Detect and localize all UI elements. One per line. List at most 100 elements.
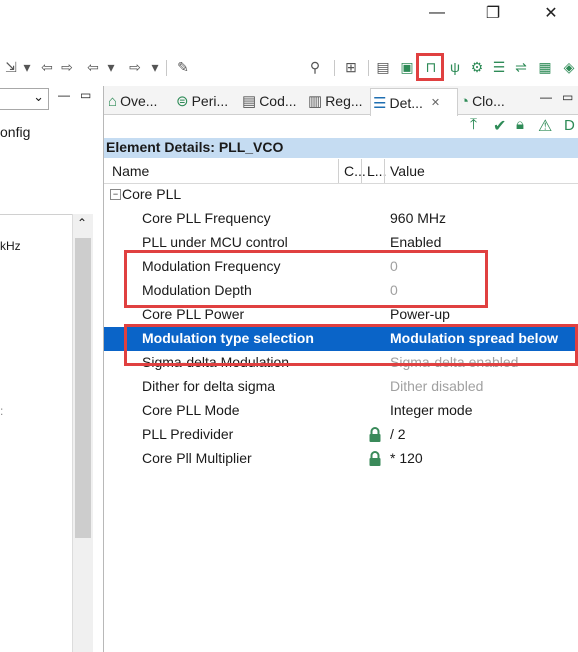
close-tab-icon[interactable]: ✕ <box>431 96 440 109</box>
column-value[interactable]: Value <box>390 163 425 179</box>
left-minimize-icon[interactable]: — <box>58 88 70 102</box>
left-dropdown[interactable]: ⌄ <box>0 88 49 110</box>
property-value: / 2 <box>390 426 406 442</box>
collapse-all-icon[interactable]: ⤒ <box>470 116 477 134</box>
property-row[interactable]: Dither for delta sigma Dither disabled <box>104 375 578 399</box>
details-section-header: Element Details: PLL_VCO <box>104 138 578 158</box>
back-dropdown-icon[interactable]: ▾ <box>102 58 120 76</box>
scroll-up-icon[interactable]: ⌃ <box>77 216 87 230</box>
perspective-pins-icon[interactable]: ⇌ <box>512 58 530 76</box>
property-value[interactable]: Enabled <box>390 234 441 250</box>
perspective-boards-icon[interactable]: ▦ <box>536 58 554 76</box>
tab-overview[interactable]: ⌂ Ove... <box>108 88 157 114</box>
perspective-peripherals-icon[interactable]: ⚙ <box>468 58 486 76</box>
search-icon[interactable]: ⚲ <box>306 58 324 76</box>
forward-history-icon[interactable]: ⇨ <box>58 58 76 76</box>
code-icon: ▤ <box>242 93 257 110</box>
khz-label: kHz <box>0 239 21 253</box>
highlight-clocks-perspective <box>416 53 444 81</box>
scroll-thumb[interactable] <box>75 238 91 538</box>
close-button[interactable]: ✕ <box>534 2 568 24</box>
more-label[interactable]: D <box>564 117 575 134</box>
property-row[interactable]: Core PLL Frequency 960 MHz <box>104 207 578 231</box>
tab-registers[interactable]: ▥ Reg... <box>308 88 363 114</box>
perspective-usb-icon[interactable]: ψ <box>446 58 464 76</box>
editor-maximize-icon[interactable]: ▭ <box>562 90 573 104</box>
tab-peripherals[interactable]: ⊜ Peri... <box>176 88 228 114</box>
left-maximize-icon[interactable]: ▭ <box>80 88 91 102</box>
column-header-row: Name C... L... Value <box>104 159 578 184</box>
column-c[interactable]: C... <box>344 163 366 179</box>
property-value: Dither disabled <box>390 378 484 394</box>
left-marker: : <box>0 404 4 418</box>
property-row[interactable]: Core Pll Multiplier * 120 <box>104 447 578 471</box>
toolbar-separator <box>368 60 369 76</box>
left-panel: ⌄ — ▭ onfig kHz : ⌃ <box>0 86 103 652</box>
property-value[interactable]: Integer mode <box>390 402 473 418</box>
property-value: * 120 <box>390 450 423 466</box>
property-name: Core PLL Power <box>142 306 245 322</box>
column-divider <box>384 159 385 183</box>
clock-icon: ◔ <box>460 92 470 110</box>
toolbar-separator <box>166 60 167 76</box>
left-divider <box>0 214 72 215</box>
tab-code[interactable]: ▤ Cod... <box>242 88 297 114</box>
tab-clocks[interactable]: ◔ Clo... <box>460 88 505 114</box>
main-toolbar: ⇲ ▾ ⇦ ⇨ ⇦ ▾ ⇨ ▾ ✎ ⚲ ⊞ ▤ ▣ ⊓ ψ ⚙ ☰ ⇌ ▦ ◈ <box>0 52 578 84</box>
toolbar-separator <box>334 60 335 76</box>
lock-icon <box>369 427 381 442</box>
dropdown-arrow-icon[interactable]: ▾ <box>18 58 36 76</box>
perspective-code-icon[interactable]: ▤ <box>374 58 392 76</box>
perspective-config-icon[interactable]: ◈ <box>560 58 578 76</box>
highlight-modulation-params <box>124 250 488 308</box>
tab-label: Det... <box>389 94 423 111</box>
property-value[interactable]: 960 MHz <box>390 210 446 226</box>
group-row-core-pll[interactable]: − Core PLL <box>104 183 578 207</box>
left-scrollbar[interactable]: ⌃ <box>72 214 93 652</box>
property-name: Core PLL Frequency <box>142 210 271 226</box>
peripherals-icon: ⊜ <box>176 93 189 110</box>
highlight-modulation-type <box>124 324 578 366</box>
warning-icon[interactable]: ⚠ <box>538 116 552 136</box>
column-divider <box>361 159 362 183</box>
forward-dropdown-icon[interactable]: ▾ <box>146 58 164 76</box>
column-name[interactable]: Name <box>112 163 149 179</box>
config-label: onfig <box>0 124 31 140</box>
chevron-down-icon: ⌄ <box>33 89 44 104</box>
lock-icon[interactable]: 🔒︎ <box>516 116 524 133</box>
property-row[interactable]: PLL Predivider / 2 <box>104 423 578 447</box>
restore-button[interactable]: ❐ <box>476 2 510 24</box>
property-name: PLL Predivider <box>142 426 234 442</box>
tab-details[interactable]: ☰ Det... ✕ <box>370 88 458 116</box>
property-value[interactable]: Power-up <box>390 306 450 322</box>
property-name: Core Pll Multiplier <box>142 450 252 466</box>
perspective-chip-icon[interactable]: ▣ <box>398 58 416 76</box>
open-perspective-icon[interactable]: ⊞ <box>342 58 360 76</box>
navigate-back-icon[interactable]: ⇦ <box>84 58 102 76</box>
property-name: PLL under MCU control <box>142 234 288 250</box>
minimize-button[interactable]: — <box>420 2 454 24</box>
element-details-title: Element Details: PLL_VCO <box>106 139 284 155</box>
tab-label: Ove... <box>120 93 158 109</box>
back-history-icon[interactable]: ⇦ <box>38 58 56 76</box>
tab-label: Peri... <box>191 93 229 109</box>
property-name: Core PLL Mode <box>142 402 240 418</box>
lock-icon <box>369 451 381 466</box>
details-icon: ☰ <box>373 94 387 112</box>
tab-label: Clo... <box>472 93 505 109</box>
property-row[interactable]: Core PLL Mode Integer mode <box>104 399 578 423</box>
tab-label: Cod... <box>259 93 297 109</box>
property-name: Dither for delta sigma <box>142 378 276 394</box>
column-divider <box>338 159 339 183</box>
pin-editor-icon[interactable]: ✎ <box>174 58 192 76</box>
group-label: Core PLL <box>122 186 182 202</box>
perspective-registers-icon[interactable]: ☰ <box>490 58 508 76</box>
editor-minimize-icon[interactable]: — <box>540 90 552 104</box>
tab-label: Reg... <box>325 93 363 109</box>
editor-tab-bar: ⌂ Ove... ⊜ Peri... ▤ Cod... ▥ Reg... ☰ D… <box>104 86 578 116</box>
home-icon: ⌂ <box>108 92 118 110</box>
navigate-forward-icon[interactable]: ⇨ <box>126 58 144 76</box>
collapse-icon[interactable]: − <box>110 189 121 200</box>
check-icon[interactable]: ✔ <box>493 116 506 136</box>
registers-icon: ▥ <box>308 93 323 110</box>
